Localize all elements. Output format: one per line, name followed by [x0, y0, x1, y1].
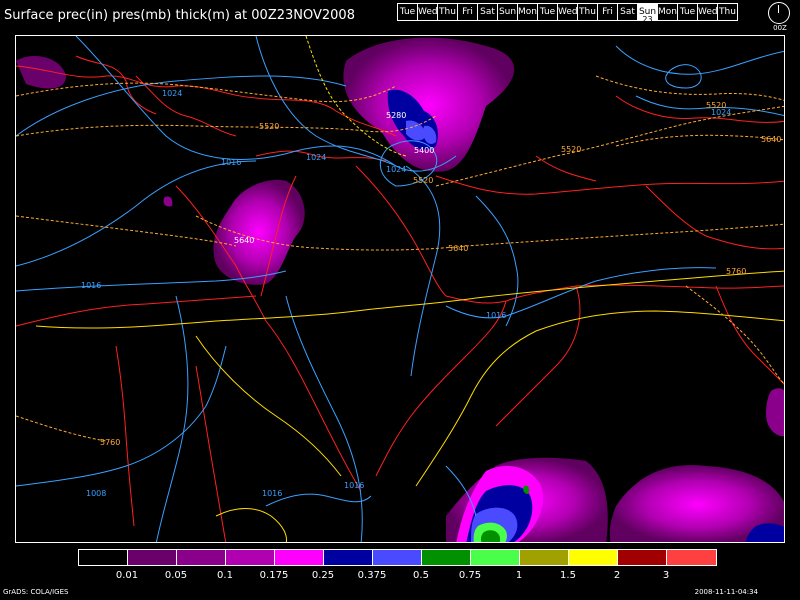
day-cell: Sun 23	[637, 3, 658, 24]
svg-text:5640: 5640	[448, 244, 468, 253]
svg-text:1016: 1016	[221, 158, 241, 167]
day-cell: Tue	[677, 3, 698, 21]
colorbar-swatch	[226, 550, 275, 565]
colorbar-label: 0.375	[357, 570, 387, 581]
day-label: Mon	[658, 7, 677, 17]
clock-icon	[768, 2, 790, 24]
day-label: Thu	[439, 7, 456, 17]
colorbar-label: 3	[662, 570, 670, 581]
colorbar-label: 0.25	[311, 570, 335, 581]
colorbar-label: 1.5	[560, 570, 576, 581]
day-label: Fri	[462, 7, 473, 17]
colorbar-swatch	[275, 550, 324, 565]
day-cell: Thu	[717, 3, 738, 21]
svg-text:5520: 5520	[561, 145, 581, 154]
colorbar-swatch	[324, 550, 373, 565]
svg-text:5520: 5520	[413, 176, 433, 185]
day-cell: Sun	[497, 3, 518, 21]
day-cell: Mon	[657, 3, 678, 21]
colorbar-swatch	[618, 550, 667, 565]
svg-text:5400: 5400	[414, 146, 434, 155]
day-cell: Thu	[577, 3, 598, 21]
colorbar-swatch	[667, 550, 716, 565]
svg-text:5760: 5760	[726, 267, 746, 276]
colorbar-swatch	[422, 550, 471, 565]
day-label: Fri	[602, 7, 613, 17]
colorbar-label: 0.175	[259, 570, 289, 581]
day-cell: Wed	[557, 3, 578, 21]
day-cell: Mon	[517, 3, 538, 21]
colorbar-swatch	[177, 550, 226, 565]
svg-text:1016: 1016	[486, 311, 506, 320]
day-cell: Fri	[597, 3, 618, 21]
footer-timestamp: 2008-11-11-04:34	[694, 588, 758, 596]
day-label: Wed	[558, 7, 578, 17]
day-label: Tue	[539, 7, 556, 17]
svg-text:1024: 1024	[162, 89, 182, 98]
svg-text:5760: 5760	[100, 438, 120, 447]
weather-map: 1024 1024 1016 1024 1016 1016 1016 1008 …	[15, 35, 785, 543]
colorbar-label: 2	[613, 570, 621, 581]
day-cell: Tue	[537, 3, 558, 21]
svg-text:1016: 1016	[344, 481, 364, 490]
precipitation-colorbar	[78, 549, 717, 566]
svg-text:5640: 5640	[234, 236, 254, 245]
day-label: Tue	[679, 7, 696, 17]
day-selector: Tue Wed Thu Fri Sat Sun Mon Tue Wed Thu Fri Sat Sun 2…	[397, 3, 738, 24]
day-cell: Thu	[437, 3, 458, 21]
colorbar-label: 0.75	[458, 570, 482, 581]
colorbar-label: 0.01	[115, 570, 139, 581]
colorbar-label: 0.05	[164, 570, 188, 581]
svg-text:1024: 1024	[386, 165, 406, 174]
day-cell: Wed	[417, 3, 438, 21]
svg-text:5520: 5520	[706, 101, 726, 110]
colorbar-swatch	[520, 550, 569, 565]
day-label: Tue	[399, 7, 416, 17]
day-cell: Sat	[617, 3, 638, 21]
day-label: Sun	[498, 7, 517, 17]
colorbar-swatch	[79, 550, 128, 565]
colorbar-swatch	[569, 550, 618, 565]
colorbar-swatch	[373, 550, 422, 565]
map-title: Surface prec(in) pres(mb) thick(m) at 00…	[4, 8, 355, 23]
day-label: Wed	[698, 7, 718, 17]
colorbar-label: 0.5	[413, 570, 429, 581]
day-label: Sat	[480, 7, 495, 17]
colorbar-swatch	[471, 550, 520, 565]
day-label: Sat	[620, 7, 635, 17]
day-cell: Tue	[397, 3, 418, 21]
day-cell: Sat	[477, 3, 498, 21]
svg-text:1016: 1016	[81, 281, 101, 290]
clock-label: 00Z	[773, 24, 787, 32]
day-label: Thu	[579, 7, 596, 17]
svg-text:1016: 1016	[262, 489, 282, 498]
day-label: Wed	[418, 7, 438, 17]
svg-text:1024: 1024	[306, 153, 326, 162]
day-cell: Wed	[697, 3, 718, 21]
svg-text:5520: 5520	[259, 122, 279, 131]
footer-credit: GrADS: COLA/IGES	[3, 588, 69, 596]
colorbar-label: 1	[515, 570, 523, 581]
svg-text:1008: 1008	[86, 489, 106, 498]
colorbar-labels: 0.01 0.05 0.1 0.175 0.25 0.375 0.5 0.75 1 1.5 2 3	[78, 570, 721, 582]
day-label: Mon	[518, 7, 537, 17]
day-label: Thu	[719, 7, 736, 17]
day-cell: Fri	[457, 3, 478, 21]
svg-text:5280: 5280	[386, 111, 406, 120]
svg-text:5640: 5640	[761, 135, 781, 144]
colorbar-label: 0.1	[217, 570, 233, 581]
colorbar-swatch	[128, 550, 177, 565]
day-number: 23	[642, 15, 653, 24]
